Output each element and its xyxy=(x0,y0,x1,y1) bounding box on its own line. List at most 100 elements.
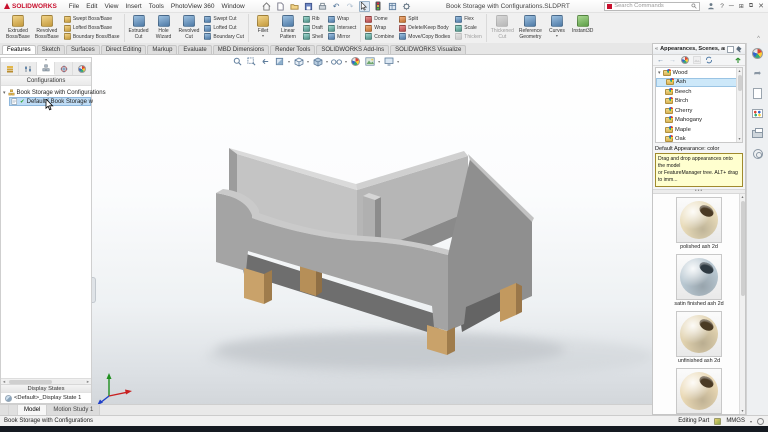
open-folder-icon[interactable] xyxy=(289,1,300,12)
tab-model[interactable]: Model xyxy=(18,405,47,415)
flex-button[interactable]: Flex xyxy=(454,15,483,24)
rib-button[interactable]: Rib xyxy=(302,15,324,24)
menu-tools[interactable]: Tools xyxy=(146,2,167,11)
display-state-item[interactable]: <Default>_Display State 1 xyxy=(1,393,91,403)
curves-button[interactable]: Curves ▾ xyxy=(545,14,569,42)
edit-appearance-icon[interactable] xyxy=(350,56,361,67)
tab-mbd-dimensions[interactable]: MBD Dimensions xyxy=(213,45,269,54)
zoom-to-fit-icon[interactable] xyxy=(232,56,243,67)
print-icon[interactable] xyxy=(317,1,328,12)
previous-view-icon[interactable] xyxy=(260,56,271,67)
expander-icon[interactable]: ▾ xyxy=(658,70,661,76)
mirror-button[interactable]: Mirror xyxy=(327,32,357,41)
section-view-icon[interactable] xyxy=(274,56,285,67)
scrollbar-thumb[interactable] xyxy=(9,380,52,384)
thumbnail-polished-ash-2d[interactable]: polished ash 2d xyxy=(662,197,736,250)
search-commands-box[interactable]: Search Commands xyxy=(604,2,700,11)
dropdown-caret[interactable]: ▾ xyxy=(397,59,399,64)
forward-icon[interactable]: → xyxy=(668,56,677,65)
options-gear-icon[interactable] xyxy=(401,1,412,12)
tree-item-birch[interactable]: Birch xyxy=(656,97,742,107)
tab-solidworks-addins[interactable]: SOLIDWORKS Add-Ins xyxy=(316,45,389,54)
help-icon[interactable]: ? xyxy=(720,3,724,10)
display-style-icon[interactable] xyxy=(312,56,323,67)
dropdown-caret[interactable]: ▾ xyxy=(288,59,290,64)
share-forward-icon[interactable]: ➦ xyxy=(751,67,764,80)
units-caret-icon[interactable]: ▾ xyxy=(750,419,752,424)
sync-icon[interactable] xyxy=(704,56,713,65)
minimize-icon[interactable]: ─ xyxy=(729,3,734,10)
tab-features[interactable]: Features xyxy=(2,45,36,54)
tab-motion-study[interactable]: Motion Study 1 xyxy=(47,405,100,415)
configuration-manager-tab[interactable] xyxy=(37,62,55,75)
zoom-to-area-icon[interactable] xyxy=(246,56,257,67)
move-copy-bodies-button[interactable]: Move/Copy Bodies xyxy=(398,32,451,41)
tab-solidworks-visualize[interactable]: SOLIDWORKS Visualize xyxy=(390,45,466,54)
view-settings-icon[interactable] xyxy=(383,56,394,67)
tab-render-tools[interactable]: Render Tools xyxy=(270,45,315,54)
combine-button[interactable]: Combine xyxy=(364,32,395,41)
tree-item-maple[interactable]: Maple xyxy=(656,125,742,135)
delete-keep-body-button[interactable]: Delete/Keep Body xyxy=(398,24,451,33)
restore-icon[interactable]: ⊞ xyxy=(739,3,744,10)
scroll-up-icon[interactable]: ▲ xyxy=(737,68,742,74)
intersect-button[interactable]: Intersect xyxy=(327,24,357,33)
swept-cut-button[interactable]: Swept Cut xyxy=(203,15,245,24)
lofted-cut-button[interactable]: Lofted Cut xyxy=(203,24,245,33)
scroll-up-icon[interactable]: ▲ xyxy=(740,194,745,200)
revolved-cut-button[interactable]: Revolved Cut xyxy=(177,14,202,42)
undo-icon[interactable]: ↶ xyxy=(331,1,342,12)
home-icon[interactable] xyxy=(261,1,272,12)
wrap2-button[interactable]: Wrap xyxy=(364,24,395,33)
tab-evaluate[interactable]: Evaluate xyxy=(178,45,211,54)
property-manager-tab[interactable] xyxy=(19,62,37,75)
dropdown-caret[interactable]: ▾ xyxy=(378,59,380,64)
redo-icon[interactable]: ↷ xyxy=(345,1,356,12)
extruded-cut-button[interactable]: Extruded Cut xyxy=(127,14,151,42)
user-icon[interactable] xyxy=(707,2,715,10)
hide-show-items-icon[interactable] xyxy=(331,56,342,67)
tree-item-oak[interactable]: Oak xyxy=(656,135,742,144)
tab-markup[interactable]: Markup xyxy=(147,45,177,54)
display-manager-tab[interactable] xyxy=(73,62,91,75)
tree-item-cherry[interactable]: Cherry xyxy=(656,106,742,116)
tree-item-beech[interactable]: Beech xyxy=(656,87,742,97)
extruded-boss-base-button[interactable]: Extruded Boss/Base xyxy=(4,14,32,42)
panel-horizontal-scrollbar[interactable]: ◄ ► xyxy=(1,378,91,384)
shell-button[interactable]: Shell xyxy=(302,32,324,41)
fillet-button[interactable]: Fillet ▾ xyxy=(251,14,275,42)
swept-boss-base-button[interactable]: Swept Boss/Base xyxy=(63,15,121,24)
dropdown-caret[interactable]: ▾ xyxy=(307,59,309,64)
apply-scene-icon[interactable] xyxy=(364,56,375,67)
new-document-icon[interactable] xyxy=(275,1,286,12)
save-icon[interactable] xyxy=(303,1,314,12)
expander-icon[interactable]: ▾ xyxy=(3,90,6,96)
select-cursor-icon[interactable] xyxy=(359,1,370,12)
menu-photoview[interactable]: PhotoView 360 xyxy=(168,2,218,11)
configuration-root-item[interactable]: ▾ Book Storage with Configurations xyxy=(1,88,91,97)
appearances-tab-icon[interactable] xyxy=(751,47,764,60)
appearances-home-icon[interactable] xyxy=(680,56,689,65)
menu-insert[interactable]: Insert xyxy=(122,2,144,11)
dome-button[interactable]: Dome xyxy=(364,15,395,24)
move-up-icon[interactable] xyxy=(734,56,742,64)
pin-icon[interactable] xyxy=(736,46,743,53)
thumbnails-scrollbar[interactable]: ▲ ▼ xyxy=(739,194,745,415)
scale-button[interactable]: Scale xyxy=(454,24,483,33)
menu-edit[interactable]: Edit xyxy=(83,2,100,11)
thumbnail-polished-ash-endgrain[interactable]: polished ash endgrain xyxy=(662,368,736,415)
scroll-down-icon[interactable]: ▼ xyxy=(740,408,745,414)
tree-item-mahogany[interactable]: Mahogany xyxy=(656,116,742,126)
scroll-down-icon[interactable]: ▼ xyxy=(737,136,742,142)
tab-scroll-nub[interactable] xyxy=(9,405,18,415)
close-icon[interactable]: ✕ xyxy=(758,2,764,10)
panel-splitter-handle[interactable] xyxy=(92,277,96,303)
draft-button[interactable]: Draft xyxy=(302,24,324,33)
menu-view[interactable]: View xyxy=(101,2,121,11)
tree-item-wood[interactable]: ▾ Wood xyxy=(656,68,742,78)
view-palette-icon[interactable] xyxy=(751,107,764,120)
tags-icon[interactable] xyxy=(757,418,764,425)
menu-window[interactable]: Window xyxy=(219,2,248,11)
scrollbar-thumb[interactable] xyxy=(738,75,742,91)
thumbnail-unfinished-ash-2d[interactable]: unfinished ash 2d xyxy=(662,311,736,364)
